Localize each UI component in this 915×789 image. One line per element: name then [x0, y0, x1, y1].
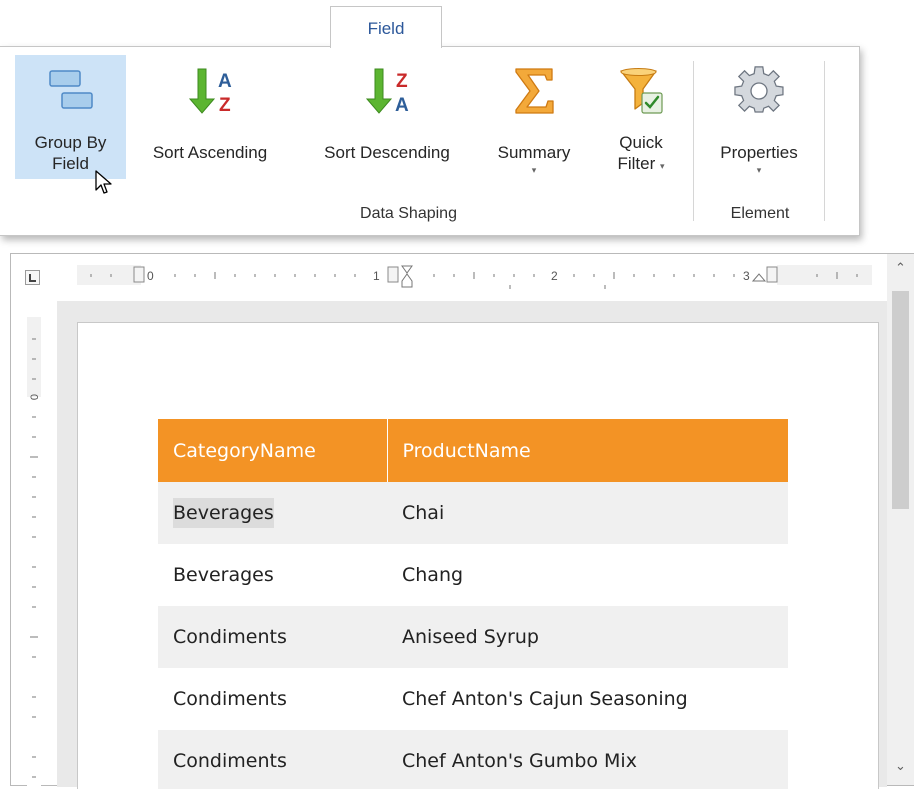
- table-row: Beverages Chai: [158, 482, 788, 544]
- mouse-cursor-icon: [95, 170, 112, 194]
- scroll-down-icon[interactable]: ⌄: [887, 758, 914, 774]
- cell-product[interactable]: Aniseed Syrup: [387, 606, 788, 668]
- scroll-up-icon[interactable]: ⌃: [887, 260, 914, 276]
- quick-filter-dropdown-icon: ▾: [659, 161, 665, 171]
- cell-category[interactable]: Condiments: [158, 606, 387, 668]
- document-page[interactable]: CategoryName ProductName Beverages Chai …: [77, 322, 879, 789]
- table-row: Beverages Chang: [158, 544, 788, 606]
- ruler-mark-2: 2: [551, 269, 558, 283]
- right-indent-marker[interactable]: [751, 273, 767, 282]
- quick-filter-button[interactable]: Quick Filter ▾: [597, 55, 685, 179]
- cell-category[interactable]: Condiments: [158, 730, 387, 789]
- properties-dropdown-icon: ▾: [756, 165, 762, 175]
- summary-dropdown-icon: ▾: [531, 165, 537, 175]
- svg-text:Z: Z: [396, 71, 408, 92]
- quick-filter-label-2: Filter ▾: [617, 154, 665, 173]
- ribbon-panel: Group By Field A Z Sort Ascending Z A So…: [0, 46, 860, 236]
- cell-product[interactable]: Chef Anton's Cajun Seasoning: [387, 668, 788, 730]
- table-header-row: CategoryName ProductName: [158, 419, 788, 482]
- sort-descending-label: Sort Descending: [324, 143, 450, 162]
- cell-category[interactable]: Beverages: [158, 544, 387, 606]
- cell-category[interactable]: Condiments: [158, 668, 387, 730]
- svg-text:Z: Z: [219, 95, 231, 116]
- sort-descending-icon: Z A: [365, 68, 409, 116]
- summary-button[interactable]: Summary ▾: [484, 55, 584, 179]
- header-product-name[interactable]: ProductName: [387, 419, 788, 482]
- group-separator: [824, 61, 825, 221]
- sort-ascending-label: Sort Ascending: [152, 143, 268, 162]
- sort-ascending-icon: A Z: [188, 68, 232, 116]
- vertical-ruler[interactable]: 0: [27, 317, 41, 787]
- horizontal-ruler[interactable]: 0 1 2 3: [77, 263, 872, 291]
- summary-label: Summary: [497, 143, 571, 162]
- group-separator: [693, 61, 694, 221]
- cell-category[interactable]: Beverages: [158, 482, 387, 544]
- vertical-ruler-mark-0: 0: [29, 394, 41, 400]
- table-row: Condiments Chef Anton's Gumbo Mix: [158, 730, 788, 789]
- svg-text:A: A: [218, 71, 232, 92]
- selected-text[interactable]: Beverages: [173, 498, 274, 528]
- svg-text:A: A: [395, 95, 409, 116]
- ruler-mark-0: 0: [147, 269, 154, 283]
- group-by-field-label-1: Group By: [34, 133, 107, 152]
- ruler-mark-3: 3: [743, 269, 750, 283]
- tab-stop-selector[interactable]: [25, 270, 40, 285]
- sort-descending-button[interactable]: Z A Sort Descending: [302, 55, 472, 179]
- column-marker[interactable]: [387, 266, 399, 283]
- gear-icon: [734, 66, 784, 113]
- table-row: Condiments Chef Anton's Cajun Seasoning: [158, 668, 788, 730]
- group-label-data-shaping: Data Shaping: [360, 205, 457, 222]
- cell-product[interactable]: Chang: [387, 544, 788, 606]
- group-by-field-icon: [48, 70, 93, 109]
- properties-label: Properties: [720, 143, 798, 162]
- tab-field[interactable]: Field: [330, 6, 442, 48]
- document-editor: 0 1 2 3 0 CategoryName ProductName Bever…: [10, 253, 914, 789]
- group-by-field-button[interactable]: Group By Field: [15, 55, 126, 194]
- funnel-filter-icon: [620, 68, 663, 114]
- cell-product[interactable]: Chef Anton's Gumbo Mix: [387, 730, 788, 789]
- ruler-mark-1: 1: [373, 269, 380, 283]
- table-row: Condiments Aniseed Syrup: [158, 606, 788, 668]
- group-label-element: Element: [730, 205, 790, 222]
- left-column-marker[interactable]: [133, 266, 145, 283]
- cell-product[interactable]: Chai: [387, 482, 788, 544]
- properties-button[interactable]: Properties ▾: [700, 55, 818, 179]
- scrollbar-thumb[interactable]: [892, 291, 909, 509]
- right-column-marker[interactable]: [766, 266, 778, 283]
- vertical-scrollbar[interactable]: ⌃ ⌄: [887, 254, 914, 785]
- header-category-name[interactable]: CategoryName: [158, 419, 388, 482]
- quick-filter-label-1: Quick: [619, 133, 663, 152]
- sort-ascending-button[interactable]: A Z Sort Ascending: [134, 55, 286, 179]
- data-table: CategoryName ProductName Beverages Chai …: [158, 419, 788, 789]
- sigma-icon: [515, 68, 554, 114]
